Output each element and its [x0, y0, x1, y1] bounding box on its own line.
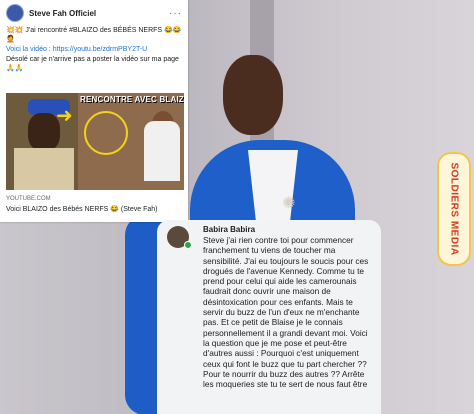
author-avatar[interactable]: [6, 4, 24, 22]
post-text: 💥💥 J'ai rencontré #BLAIZO des BÉBÉS NERF…: [0, 26, 188, 73]
link-title[interactable]: Voici BLAIZO des Bébés NERFS 😂 (Steve Fa…: [6, 205, 158, 213]
post-author-name[interactable]: Steve Fah Officiel: [29, 9, 96, 18]
watermark-text: SOLDIERS MEDIA: [448, 162, 460, 256]
thumbnail-banner: RENCONTRE AVEC BLAIZO: [80, 95, 184, 104]
post-line-1: 💥💥 J'ai rencontré #BLAIZO des BÉBÉS NERF…: [6, 27, 182, 43]
online-status-icon: [184, 241, 192, 249]
person-head: [223, 55, 283, 135]
thumbnail-body: [14, 148, 74, 190]
second-person-shirt: [144, 121, 180, 181]
highlight-circle: [84, 111, 128, 155]
post-header: Steve Fah Officiel ···: [0, 0, 188, 26]
post-line-2[interactable]: Voici la vidéo : https://youtu.be/zdrmPB…: [6, 45, 182, 54]
comment-text: Steve j'ai rien contre toi pour commence…: [203, 235, 369, 390]
video-thumbnail[interactable]: ➜ RENCONTRE AVEC BLAIZO: [6, 93, 184, 190]
brooch-icon: ✺: [282, 195, 296, 212]
post-line-3: Désolé car je n'arrive pas a poster la v…: [6, 56, 179, 72]
comment-card: Babira Babira Steve j'ai rien contre toi…: [157, 220, 381, 414]
link-source: YOUTUBE.COM: [6, 196, 51, 202]
more-options-icon[interactable]: ···: [169, 8, 182, 19]
commenter-name[interactable]: Babira Babira: [203, 225, 255, 234]
watermark-badge: SOLDIERS MEDIA: [437, 152, 471, 266]
arrow-icon: ➜: [56, 105, 73, 127]
facebook-post-card[interactable]: Steve Fah Officiel ··· 💥💥 J'ai rencontré…: [0, 0, 188, 222]
